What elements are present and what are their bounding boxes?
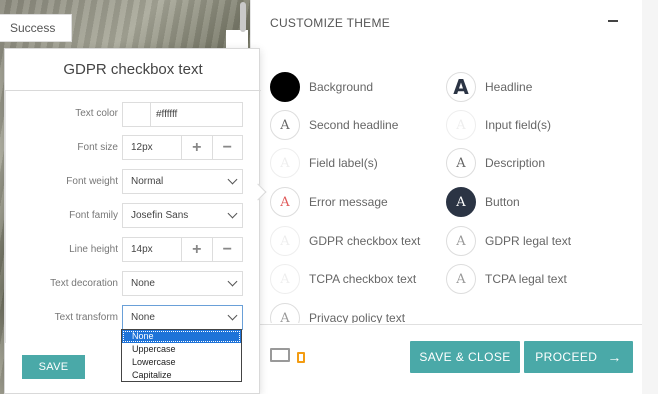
success-tab[interactable]: Success <box>0 14 72 42</box>
save-and-close-label: SAVE & CLOSE <box>419 350 511 364</box>
popup-title-divider <box>5 90 261 91</box>
text-decoration-value: None <box>131 278 155 289</box>
input-field-swatch-icon: A <box>446 110 476 140</box>
theme-item-description[interactable]: A Description <box>446 148 545 178</box>
line-height-label: Line height <box>69 244 118 255</box>
font-weight-value: Normal <box>131 176 164 187</box>
second-headline-swatch-icon: A <box>270 110 300 140</box>
chevron-down-icon <box>227 208 238 219</box>
font-family-select[interactable]: Josefin Sans <box>122 203 243 228</box>
line-height-value: 14px <box>131 244 153 255</box>
decrease-line-height-button[interactable]: − <box>211 238 242 261</box>
item-label: Second headline <box>309 118 399 132</box>
theme-item-gdpr-checkbox-text[interactable]: A GDPR checkbox text <box>270 226 420 256</box>
text-decoration-label: Text decoration <box>50 278 118 289</box>
item-label: Error message <box>309 195 388 209</box>
chevron-down-icon <box>227 276 238 287</box>
increase-font-size-button[interactable]: + <box>181 136 211 159</box>
customize-scrollbar[interactable] <box>642 0 658 394</box>
footer-divider <box>250 324 642 325</box>
item-label: GDPR legal text <box>485 234 572 248</box>
headline-swatch-icon: A <box>446 72 476 102</box>
color-picker-swatch[interactable] <box>123 103 151 126</box>
font-family-label: Font family <box>69 210 118 221</box>
popup-save-button[interactable]: SAVE <box>22 355 85 379</box>
save-and-close-button[interactable]: SAVE & CLOSE <box>410 341 520 373</box>
font-family-value: Josefin Sans <box>131 210 189 221</box>
proceed-label: PROCEED <box>535 350 598 364</box>
text-color-label: Text color <box>75 108 118 119</box>
font-weight-select[interactable]: Normal <box>122 169 243 194</box>
section-title: CUSTOMIZE THEME <box>270 16 391 30</box>
item-label: Description <box>485 156 546 170</box>
field-label-swatch-icon: A <box>270 148 300 178</box>
privacy-policy-swatch-icon: A <box>270 303 300 323</box>
text-color-value: #ffffff <box>156 109 178 120</box>
preview-scrollbar[interactable] <box>240 2 246 32</box>
tcpa-legal-swatch-icon: A <box>446 264 476 294</box>
chevron-down-icon <box>227 174 238 185</box>
theme-item-privacy-policy-text[interactable]: A Privacy policy text <box>270 303 405 323</box>
item-label: Privacy policy text <box>309 311 406 323</box>
theme-item-error-message[interactable]: A Error message <box>270 187 388 217</box>
chevron-down-icon <box>227 310 238 321</box>
dropdown-option-none[interactable]: None <box>122 330 241 343</box>
text-transform-select[interactable]: None <box>122 305 243 330</box>
gdpr-checkbox-swatch-icon: A <box>270 226 300 256</box>
theme-item-headline[interactable]: A Headline <box>446 72 532 102</box>
popup-title: GDPR checkbox text <box>63 61 203 78</box>
gdpr-legal-swatch-icon: A <box>446 226 476 256</box>
theme-item-input-fields[interactable]: A Input field(s) <box>446 110 551 140</box>
tcpa-checkbox-swatch-icon: A <box>270 264 300 294</box>
theme-item-tcpa-checkbox-text[interactable]: A TCPA checkbox text <box>270 264 416 294</box>
collapse-icon[interactable] <box>608 20 618 22</box>
item-label: Input field(s) <box>485 118 552 132</box>
text-transform-dropdown: None Uppercase Lowercase Capitalize <box>121 329 242 382</box>
theme-item-tcpa-legal-text[interactable]: A TCPA legal text <box>446 264 567 294</box>
theme-item-field-labels[interactable]: A Field label(s) <box>270 148 378 178</box>
theme-item-second-headline[interactable]: A Second headline <box>270 110 398 140</box>
dropdown-option-lowercase[interactable]: Lowercase <box>122 356 241 369</box>
font-weight-label: Font weight <box>66 176 118 187</box>
arrow-right-icon: → <box>607 349 622 365</box>
theme-item-background[interactable]: Background <box>270 72 373 102</box>
mobile-view-icon[interactable] <box>297 352 305 363</box>
font-size-value: 12px <box>131 142 153 153</box>
background-swatch-icon <box>270 72 300 102</box>
font-size-label: Font size <box>77 142 118 153</box>
item-label: TCPA legal text <box>485 272 567 286</box>
dropdown-option-capitalize[interactable]: Capitalize <box>122 369 241 382</box>
theme-item-button[interactable]: A Button <box>446 187 520 217</box>
decrease-font-size-button[interactable]: − <box>211 136 242 159</box>
increase-line-height-button[interactable]: + <box>181 238 211 261</box>
error-message-swatch-icon: A <box>270 187 300 217</box>
item-label: Background <box>309 80 374 94</box>
item-label: Headline <box>485 80 533 94</box>
text-transform-value: None <box>131 312 155 323</box>
button-swatch-icon: A <box>446 187 476 217</box>
desktop-view-icon[interactable] <box>270 348 290 362</box>
popup-save-label: SAVE <box>38 361 69 373</box>
theme-item-gdpr-legal-text[interactable]: A GDPR legal text <box>446 226 571 256</box>
text-color-input[interactable]: #ffffff <box>122 102 243 127</box>
dropdown-option-uppercase[interactable]: Uppercase <box>122 343 241 356</box>
description-swatch-icon: A <box>446 148 476 178</box>
font-size-stepper[interactable]: 12px + − <box>122 135 243 160</box>
text-decoration-select[interactable]: None <box>122 271 243 296</box>
proceed-button[interactable]: PROCEED → <box>524 341 633 373</box>
preview-panel-edge <box>226 30 248 50</box>
text-transform-label: Text transform <box>54 312 118 323</box>
item-label: Field label(s) <box>309 156 378 170</box>
item-label: GDPR checkbox text <box>309 234 421 248</box>
item-label: TCPA checkbox text <box>309 272 417 286</box>
item-label: Button <box>485 195 520 209</box>
line-height-stepper[interactable]: 14px + − <box>122 237 243 262</box>
